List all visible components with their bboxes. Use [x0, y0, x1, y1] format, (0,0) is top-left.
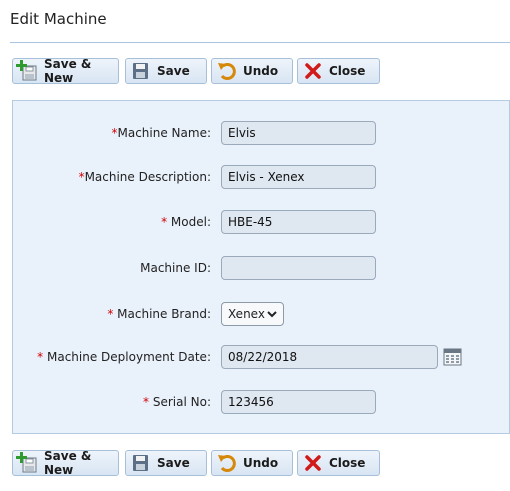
serial-no-label-text: Serial No: [152, 395, 211, 409]
model-label-text: Model: [170, 215, 211, 229]
model-label: * Model: [161, 215, 211, 229]
machine-description-row: *Machine Description: [13, 165, 510, 191]
machine-brand-label: * Machine Brand: [107, 307, 211, 321]
machine-name-label: *Machine Name: [112, 126, 212, 140]
machine-brand-label-text: Machine Brand: [117, 307, 211, 321]
chevron-down-icon [267, 307, 277, 321]
calendar-icon[interactable] [443, 347, 462, 366]
save-and-new-label: Save & New [44, 449, 92, 477]
save-icon [129, 59, 153, 83]
deployment-date-row: * Machine Deployment Date: [13, 345, 510, 371]
machine-description-label: *Machine Description: [79, 170, 211, 184]
machine-brand-select[interactable]: Xenex [221, 302, 284, 326]
machine-description-input[interactable] [221, 165, 376, 189]
machine-id-input[interactable] [221, 256, 376, 280]
model-row: * Model: [13, 210, 510, 236]
page-title: Edit Machine [10, 10, 107, 28]
save-button[interactable]: Save [125, 58, 207, 84]
undo-icon [215, 59, 239, 83]
title-divider [10, 42, 510, 43]
close-button[interactable]: Close [297, 58, 380, 84]
save-new-icon [16, 59, 40, 83]
save-label: Save [157, 456, 190, 470]
save-button[interactable]: Save [125, 450, 207, 476]
deployment-date-label: * Machine Deployment Date: [37, 350, 211, 364]
deployment-date-input[interactable] [221, 345, 438, 369]
serial-no-input[interactable] [221, 390, 376, 414]
required-marker: * [161, 215, 168, 229]
close-icon [301, 59, 325, 83]
required-marker: * [107, 307, 114, 321]
undo-icon [215, 451, 239, 475]
undo-label: Undo [243, 456, 279, 470]
machine-description-label-text: Machine Description: [84, 170, 211, 184]
save-and-new-button[interactable]: Save & New [12, 449, 119, 477]
save-and-new-label: Save & New [44, 57, 92, 85]
save-new-icon [16, 451, 40, 475]
undo-button[interactable]: Undo [211, 58, 293, 84]
serial-no-label: * Serial No: [143, 395, 211, 409]
required-marker: * [143, 395, 150, 409]
save-label: Save [157, 64, 190, 78]
machine-id-label: Machine ID: [140, 261, 211, 275]
machine-name-label-text: Machine Name: [117, 126, 212, 140]
machine-form-panel: *Machine Name: *Machine Description: * M… [12, 100, 510, 434]
undo-button[interactable]: Undo [211, 450, 293, 476]
machine-id-row: Machine ID: [13, 256, 510, 282]
close-label: Close [329, 456, 366, 470]
close-button[interactable]: Close [297, 450, 380, 476]
deployment-date-label-text: Machine Deployment Date: [47, 350, 211, 364]
machine-name-row: *Machine Name: [13, 121, 510, 147]
close-label: Close [329, 64, 366, 78]
close-icon [301, 451, 325, 475]
model-input[interactable] [221, 210, 376, 234]
undo-label: Undo [243, 64, 279, 78]
save-icon [129, 451, 153, 475]
machine-name-input[interactable] [221, 121, 376, 145]
machine-brand-selected: Xenex [228, 307, 265, 321]
machine-brand-row: * Machine Brand: Xenex [13, 302, 510, 328]
serial-no-row: * Serial No: [13, 390, 510, 416]
save-and-new-button[interactable]: Save & New [12, 57, 119, 85]
required-marker: * [37, 350, 44, 364]
